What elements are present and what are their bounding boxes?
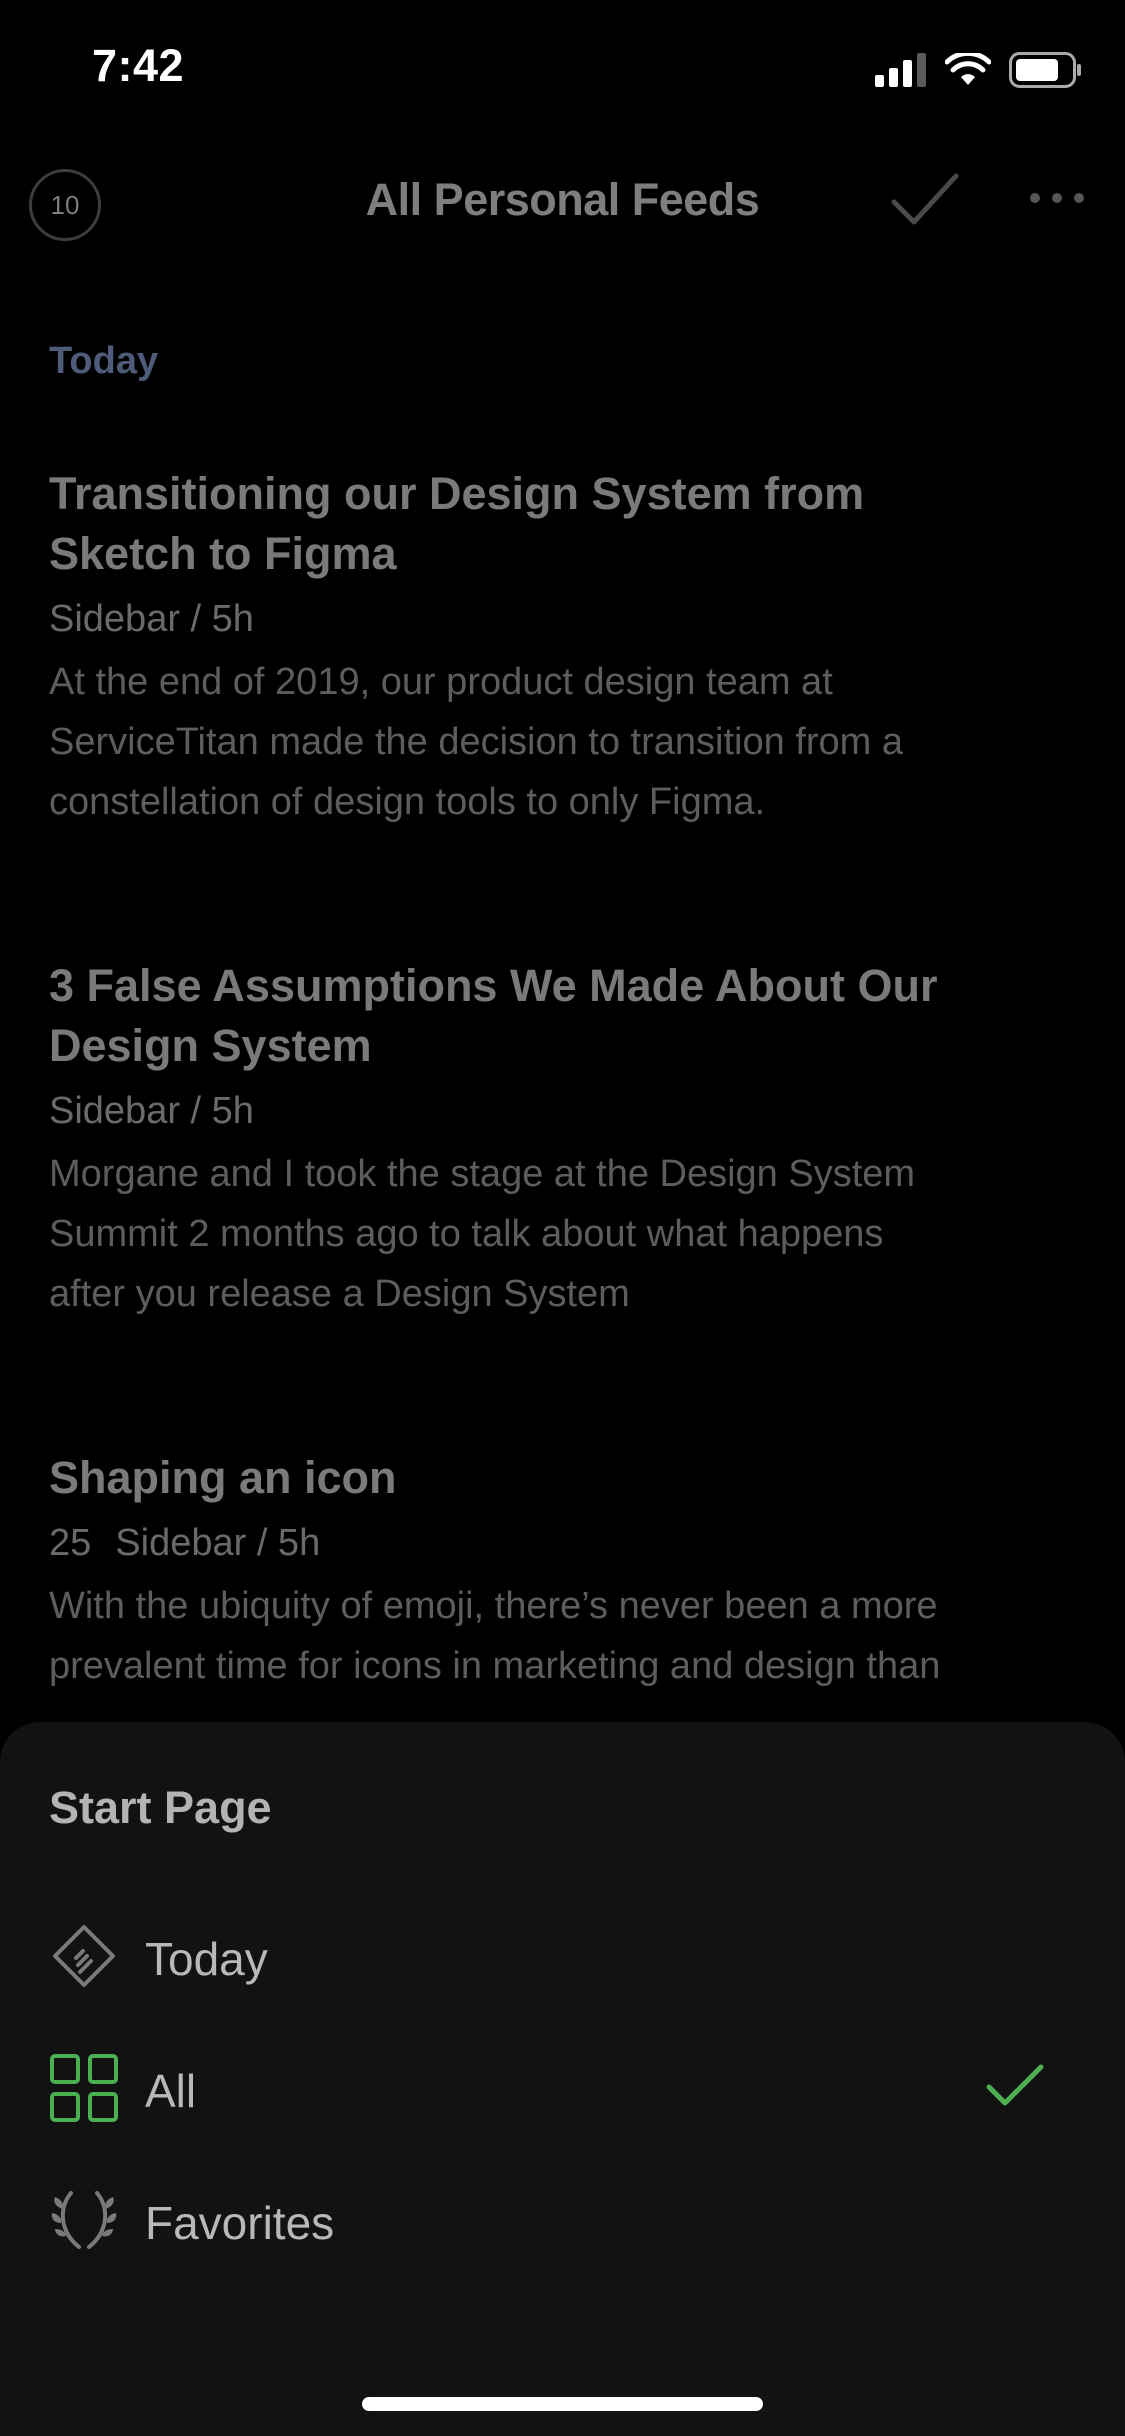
article-meta: 25 Sidebar / 5h xyxy=(49,1520,1089,1566)
option-label: Today xyxy=(145,1933,268,1985)
battery-icon xyxy=(1009,52,1081,88)
article-summary: With the ubiquity of emoji, there’s neve… xyxy=(49,1576,1089,1696)
start-page-option-favorites[interactable]: Favorites xyxy=(0,2161,1125,2281)
selected-checkmark-icon xyxy=(986,2064,1044,2106)
article-meta: Sidebar / 5h xyxy=(49,1090,254,1132)
article-item[interactable]: Transitioning our Design System from Ske… xyxy=(49,464,1089,832)
summary-line: after you release a Design System xyxy=(49,1273,630,1315)
summary-line: ServiceTitan made the decision to transi… xyxy=(49,721,903,763)
article-title-line: Shaping an icon xyxy=(49,1452,397,1503)
article-item[interactable]: Shaping an icon 25 Sidebar / 5h With the … xyxy=(49,1448,1089,1696)
wifi-icon xyxy=(945,53,991,85)
summary-line: constellation of design tools to only Fi… xyxy=(49,781,766,823)
article-meta: Sidebar / 5h xyxy=(49,598,254,640)
article-source: Sidebar / 5h xyxy=(115,1522,321,1564)
summary-line: At the end of 2019, our product design t… xyxy=(49,661,833,703)
sheet-title: Start Page xyxy=(49,1782,272,1833)
summary-line: Morgane and I took the stage at the Desi… xyxy=(49,1153,916,1195)
summary-line: prevalent time for icons in marketing an… xyxy=(49,1645,941,1687)
article-title: Shaping an icon xyxy=(49,1448,1089,1508)
status-bar: 7:42 xyxy=(0,0,1125,135)
status-icons xyxy=(875,48,1083,92)
feed-list: Today Transitioning our Design System fr… xyxy=(49,340,1089,1687)
article-title-line: Design System xyxy=(49,1020,372,1071)
laurel-icon xyxy=(51,2191,117,2249)
article-summary: Morgane and I took the stage at the Desi… xyxy=(49,1144,1089,1324)
option-label: Favorites xyxy=(145,2197,335,2249)
nav-bar: 10 All Personal Feeds xyxy=(0,150,1125,250)
start-page-option-today[interactable]: Today xyxy=(0,1897,1125,2017)
article-title-line: Transitioning our Design System from xyxy=(49,468,865,519)
status-time: 7:42 xyxy=(92,40,185,91)
feedly-today-icon xyxy=(53,1925,115,1987)
article-title-line: Sketch to Figma xyxy=(49,528,397,579)
section-label-today: Today xyxy=(49,340,159,382)
screen: 7:42 10 All Personal Feeds Today Transit… xyxy=(0,0,1125,2436)
grid-icon xyxy=(50,2054,118,2122)
cellular-signal-icon xyxy=(875,53,926,87)
mark-as-read-icon[interactable] xyxy=(890,170,960,230)
article-summary: At the end of 2019, our product design t… xyxy=(49,652,1089,832)
option-label: All xyxy=(145,2065,197,2117)
summary-line: With the ubiquity of emoji, there’s neve… xyxy=(49,1585,938,1627)
like-count: 25 xyxy=(49,1522,92,1564)
article-title: 3 False Assumptions We Made About Our De… xyxy=(49,956,1089,1076)
article-title-line: 3 False Assumptions We Made About Our xyxy=(49,960,938,1011)
article-item[interactable]: 3 False Assumptions We Made About Our De… xyxy=(49,956,1089,1324)
start-page-sheet: Start Page Today All Favorites xyxy=(0,1722,1125,2436)
more-icon[interactable] xyxy=(1028,190,1086,206)
start-page-option-all[interactable]: All xyxy=(0,2029,1125,2149)
home-indicator[interactable] xyxy=(362,2397,763,2411)
summary-line: Summit 2 months ago to talk about what h… xyxy=(49,1213,884,1255)
article-title: Transitioning our Design System from Ske… xyxy=(49,464,1089,584)
